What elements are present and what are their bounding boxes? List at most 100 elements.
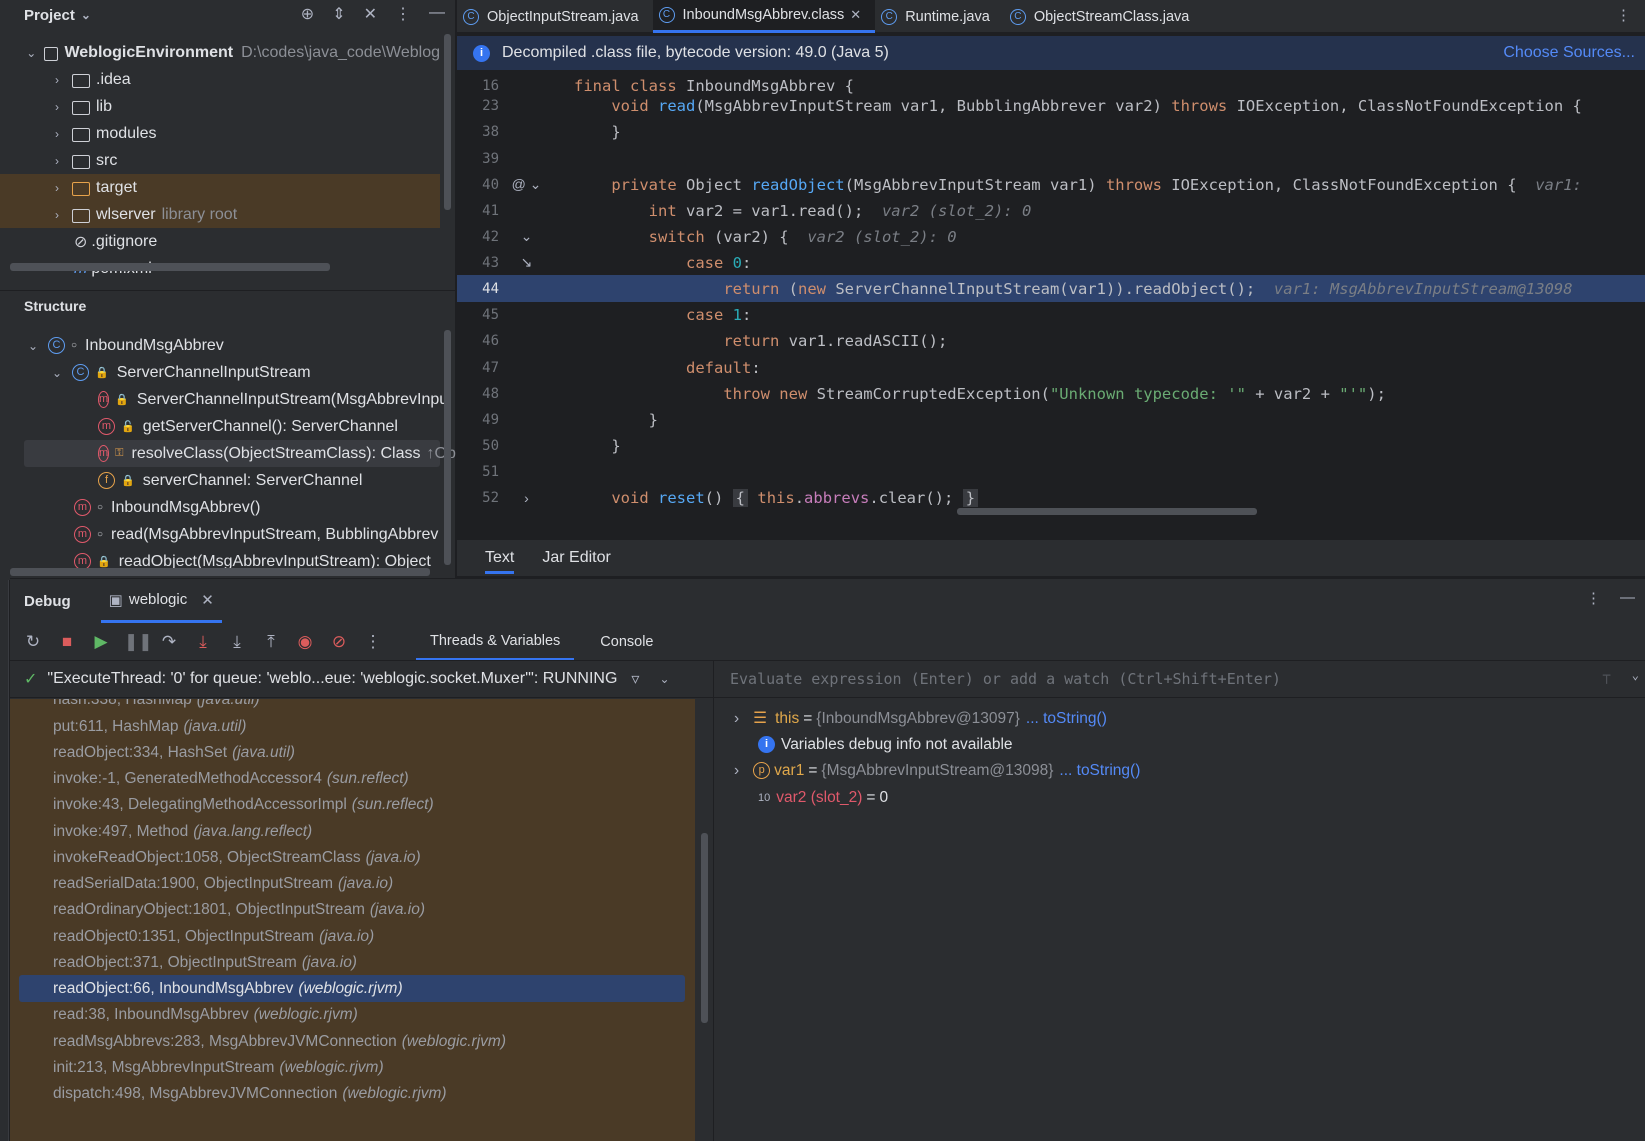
chevron-down-icon[interactable]: ⌄: [26, 46, 36, 60]
expand-all-icon[interactable]: ⇕: [332, 4, 345, 24]
close-icon[interactable]: ✕: [201, 591, 214, 609]
editor-hscrollbar[interactable]: [957, 508, 1257, 515]
structure-label: getServerChannel(): ServerChannel: [142, 417, 398, 435]
frame-row[interactable]: dispatch:498, MsgAbbrevJVMConnection (web…: [10, 1080, 695, 1107]
tree-item-wlserver[interactable]: › wlserver library root: [0, 201, 440, 228]
frame-row[interactable]: hash:338, HashMap (java.util): [10, 699, 695, 713]
tab-threads-variables[interactable]: Threads & Variables: [416, 624, 575, 661]
more-icon[interactable]: ⋮: [362, 632, 384, 652]
variable-var2[interactable]: 10 var2 (slot_2) = 0: [758, 784, 888, 811]
frame-row[interactable]: invokeReadObject:1058, ObjectStreamClass…: [10, 844, 695, 871]
frames-vscrollbar[interactable]: [701, 833, 708, 1023]
frame-row[interactable]: readOrdinaryObject:1801, ObjectInputStre…: [10, 896, 695, 923]
structure-member[interactable]: m ○ read(MsgAbbrevInputStream, BubblingAbb…: [0, 521, 440, 548]
frame-row[interactable]: invoke:-1, GeneratedMethodAccessor4 (sun.…: [10, 765, 695, 792]
view-breakpoints-icon[interactable]: ◉: [294, 632, 316, 652]
tree-item-modules[interactable]: › modules: [0, 120, 440, 147]
chevron-right-icon[interactable]: ›: [734, 710, 739, 728]
evaluate-input[interactable]: Evaluate expression (Enter) or add a wat…: [714, 660, 1645, 698]
structure-inner-class[interactable]: ⌄ C 🔒 ServerChannelInputStream: [0, 359, 440, 386]
tree-root[interactable]: ⌄ WeblogicEnvironment D:\codes\java_code…: [0, 39, 440, 66]
structure-member-selected[interactable]: m ⚿ resolveClass(ObjectStreamClass): Class…: [24, 440, 456, 467]
step-out-icon[interactable]: ⤒: [260, 632, 282, 652]
tab-objectstreamclass[interactable]: C ObjectStreamClass.java: [1004, 0, 1204, 33]
collapse-all-icon[interactable]: ✕: [364, 4, 377, 24]
structure-title: Structure: [0, 290, 456, 320]
tree-item-gitignore[interactable]: ⊘ .gitignore: [0, 228, 440, 255]
code-editor[interactable]: 16 final class InboundMsgAbbrev { 23 void…: [457, 70, 1645, 540]
force-step-into-icon[interactable]: ⤓: [192, 632, 214, 652]
pause-icon[interactable]: ❚❚: [124, 632, 153, 652]
step-into-icon[interactable]: ⤓: [226, 632, 248, 652]
debug-session-tab[interactable]: ▣ weblogic ✕: [100, 579, 222, 623]
frame-row[interactable]: invoke:43, DelegatingMethodAccessorImpl(…: [10, 791, 695, 818]
tab-inboundmsgabbrev[interactable]: C InboundMsgAbbrev.class ✕: [652, 0, 876, 33]
chevron-down-icon[interactable]: ⌄: [659, 672, 669, 686]
tree-item-lib[interactable]: › lib: [0, 93, 440, 120]
line-number: 48: [482, 385, 499, 402]
project-hscrollbar[interactable]: [10, 263, 330, 271]
structure-member[interactable]: m ○ InboundMsgAbbrev(): [0, 494, 440, 521]
close-icon[interactable]: ✕: [850, 7, 861, 23]
frame-row[interactable]: invoke:497, Method (java.lang.reflect): [10, 818, 695, 845]
chevron-right-icon[interactable]: ›: [50, 154, 64, 168]
frame-row[interactable]: readObject:334, HashSet (java.util): [10, 739, 695, 766]
mute-breakpoints-icon[interactable]: ⊘: [328, 632, 350, 652]
fold-icon[interactable]: ⌄: [499, 228, 554, 245]
stop-icon[interactable]: ■: [56, 632, 78, 652]
step-over-icon[interactable]: ↷: [158, 632, 180, 652]
chevron-down-icon[interactable]: ⌄: [81, 8, 91, 22]
hide-icon[interactable]: —: [429, 4, 445, 24]
chevron-right-icon[interactable]: ›: [734, 762, 739, 780]
tab-console[interactable]: Console: [586, 625, 667, 659]
frame-row[interactable]: readSerialData:1900, ObjectInputStream (j…: [10, 870, 695, 897]
tab-jar-editor[interactable]: Jar Editor: [542, 549, 610, 567]
chevron-right-icon[interactable]: ›: [50, 127, 64, 141]
tostring-link[interactable]: ... toString(): [1059, 762, 1140, 780]
tab-runtime[interactable]: C Runtime.java: [875, 0, 1004, 33]
chevron-down-icon[interactable]: ⌄: [50, 366, 64, 380]
choose-sources-link[interactable]: Choose Sources...: [1503, 44, 1635, 62]
chevron-right-icon[interactable]: ›: [50, 73, 64, 87]
variable-var1[interactable]: › p var1 = {MsgAbbrevInputStream@13098} …: [734, 757, 1140, 784]
chevron-down-icon[interactable]: ⌄: [26, 339, 40, 353]
tostring-link[interactable]: ... toString(): [1026, 710, 1107, 728]
filter-icon[interactable]: ▿: [631, 669, 639, 689]
structure-member[interactable]: f 🔒 serverChannel: ServerChannel: [0, 467, 440, 494]
frame-row[interactable]: read:38, InboundMsgAbbrev (weblogic.rjvm): [10, 1001, 695, 1028]
chevron-right-icon[interactable]: ›: [50, 100, 64, 114]
resume-icon[interactable]: ▶: [90, 632, 112, 652]
frame-row[interactable]: readMsgAbbrevs:283, MsgAbbrevJVMConnecti…: [10, 1028, 695, 1055]
project-vscrollbar[interactable]: [444, 34, 451, 210]
chevron-down-icon[interactable]: ⌄: [1632, 668, 1639, 682]
override-gutter-icon[interactable]: @ ⌄: [499, 176, 554, 193]
structure-vscrollbar[interactable]: [444, 330, 451, 565]
chevron-right-icon[interactable]: ›: [50, 181, 64, 195]
frame-row[interactable]: readObject0:1351, ObjectInputStream (java…: [10, 923, 695, 950]
frame-row-selected[interactable]: readObject:66, InboundMsgAbbrev (weblogic…: [19, 975, 685, 1002]
more-icon[interactable]: ⋮: [395, 4, 411, 24]
add-watch-icon[interactable]: ⊤: [1602, 670, 1611, 688]
structure-member[interactable]: m 🔓 getServerChannel(): ServerChannel: [0, 413, 440, 440]
tree-item-idea[interactable]: › .idea: [0, 66, 440, 93]
structure-class[interactable]: ⌄ C ○ InboundMsgAbbrev: [0, 332, 440, 359]
fold-icon[interactable]: ›: [499, 490, 554, 506]
thread-selector[interactable]: ✓ "ExecuteThread: '0' for queue: 'weblo.…: [10, 660, 713, 698]
rerun-icon[interactable]: ↻: [22, 632, 44, 652]
variable-this[interactable]: › ☰ this = {InboundMsgAbbrev@13097} ... …: [734, 705, 1107, 732]
tree-item-target[interactable]: › target: [0, 174, 440, 201]
chevron-right-icon[interactable]: ›: [50, 208, 64, 222]
frame-row[interactable]: readObject:371, ObjectInputStream (java.i…: [10, 949, 695, 976]
tab-objectinputstream[interactable]: C ObjectInputStream.java: [457, 0, 653, 33]
locate-icon[interactable]: ⊕: [301, 4, 314, 24]
frame-row[interactable]: put:611, HashMap (java.util): [10, 713, 695, 740]
frame-row[interactable]: init:213, MsgAbbrevInputStream (weblogic.…: [10, 1054, 695, 1081]
structure-hscrollbar[interactable]: [10, 568, 430, 576]
more-icon[interactable]: ⋮: [1616, 6, 1631, 24]
hide-icon[interactable]: —: [1620, 589, 1635, 606]
tab-text[interactable]: Text: [485, 542, 515, 574]
structure-member[interactable]: m 🔒 ServerChannelInputStream(MsgAbbrevInpu: [0, 386, 448, 413]
tree-item-src[interactable]: › src: [0, 147, 440, 174]
more-icon[interactable]: ⋮: [1586, 589, 1601, 607]
folder-icon: [72, 100, 90, 115]
